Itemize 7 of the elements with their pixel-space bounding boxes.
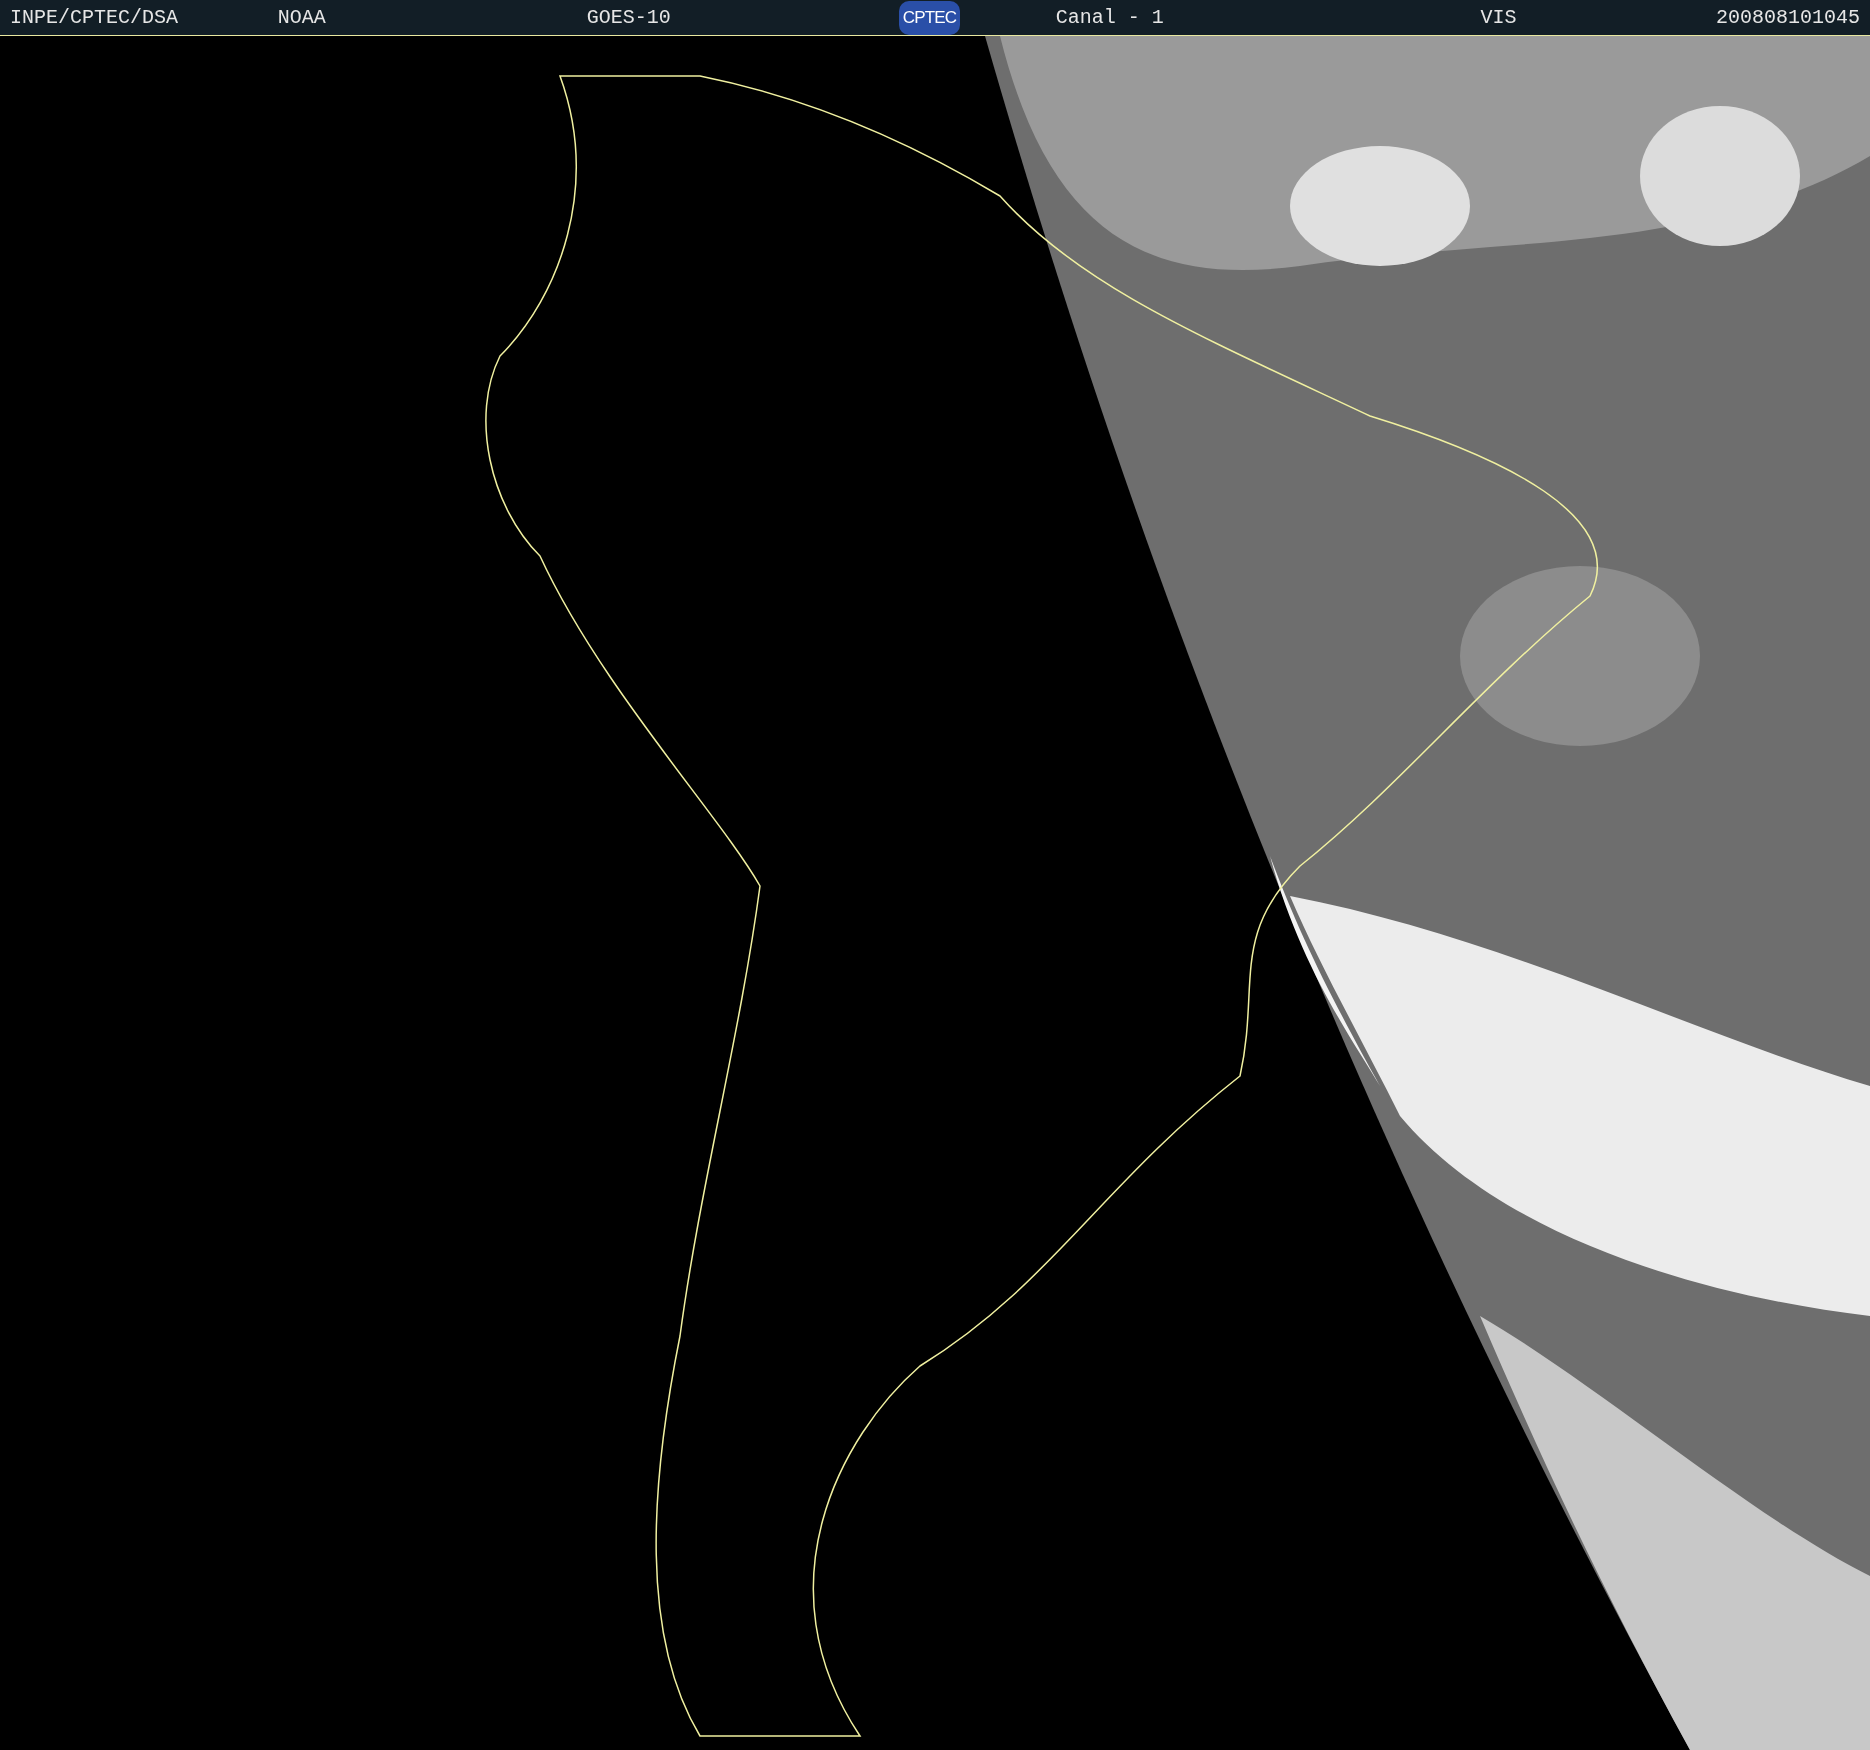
band-label: VIS [1480, 5, 1517, 29]
timestamp-label: 200808101045 [1715, 5, 1860, 29]
cptec-logo: CPTEC [898, 0, 961, 35]
satellite-label: GOES-10 [586, 5, 671, 29]
channel-label: Canal - 1 [1055, 5, 1164, 29]
agency-label: INPE/CPTEC/DSA [10, 5, 179, 29]
source-label: NOAA [277, 5, 326, 29]
